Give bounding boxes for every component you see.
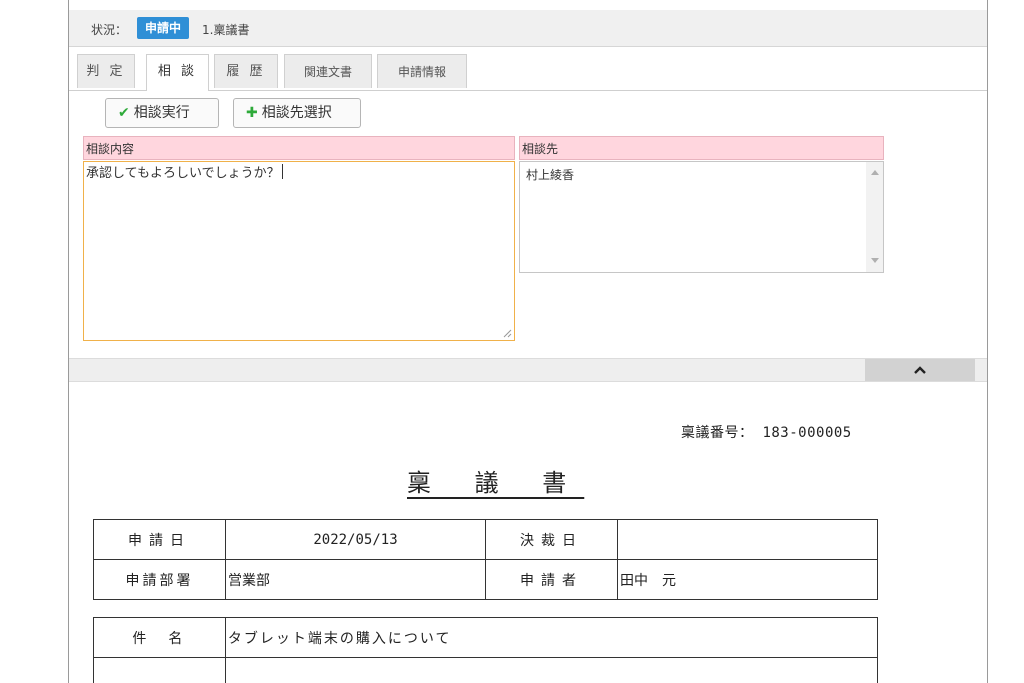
table-row: 件 名 タブレット端末の購入について: [93, 617, 879, 658]
app-frame: 状況： 申請中 1.稟議書 判 定 相 談 履 歴 関連文書 申請情報 ✔ 相談実…: [68, 0, 988, 683]
application-date-value: 2022/05/13: [225, 519, 486, 560]
panel-divider: [69, 358, 987, 382]
tab-history[interactable]: 履 歴: [214, 54, 278, 88]
tab-application-info[interactable]: 申請情報: [377, 54, 467, 88]
text-caret: [281, 164, 283, 179]
tab-judgement[interactable]: 判 定: [77, 54, 135, 88]
list-scrollbar[interactable]: [866, 162, 883, 272]
department-value: 営業部: [225, 559, 486, 600]
select-consultee-label: 相談先選択: [261, 105, 332, 121]
tab-related-documents[interactable]: 関連文書: [284, 54, 372, 88]
document-number-label: 稟議番号：: [681, 425, 754, 441]
consult-execute-label: 相談実行: [133, 105, 190, 121]
subject-label: 件 名: [93, 617, 226, 658]
scroll-down-icon[interactable]: [871, 258, 879, 263]
status-badge: 申請中: [137, 17, 190, 39]
status-label: 状況：: [91, 23, 128, 37]
consult-content-text: 承認してもよろしいでしょうか？: [86, 166, 280, 181]
chevron-up-icon: [914, 366, 926, 374]
resize-grip-icon[interactable]: [503, 329, 512, 338]
application-date-label: 申請日: [93, 519, 226, 560]
document-info-table: 申請日 2022/05/13 決裁日 申請部署 営業部 申請者 田中 元: [93, 519, 878, 600]
table-cell: [224, 657, 879, 683]
table-row: [93, 657, 879, 683]
table-row: 申請部署 営業部 申請者 田中 元: [93, 559, 878, 600]
consult-target-header: 相談先: [519, 136, 884, 160]
tab-consult[interactable]: 相 談: [146, 54, 209, 91]
subject-value: タブレット端末の購入について: [224, 617, 879, 658]
scroll-up-icon[interactable]: [871, 170, 879, 175]
status-bar: 状況： 申請中 1.稟議書: [69, 10, 987, 47]
tab-bar: 判 定 相 談 履 歴 関連文書 申請情報: [69, 54, 987, 91]
approval-date-label: 決裁日: [485, 519, 618, 560]
document-number: 稟議番号： 183-000005: [681, 422, 852, 442]
check-icon: ✔: [118, 105, 130, 121]
document-title: 稟 議 書: [407, 469, 585, 497]
document-number-value: 183-000005: [762, 425, 852, 441]
consult-content-header: 相談内容: [83, 136, 515, 160]
consult-execute-button[interactable]: ✔ 相談実行: [105, 98, 219, 128]
document-name: 1.稟議書: [202, 23, 250, 37]
applicant-label: 申請者: [485, 559, 618, 600]
select-consultee-button[interactable]: ✚ 相談先選択: [233, 98, 361, 128]
consult-target-list[interactable]: 村上綾香: [519, 161, 884, 273]
document-subject-table: 件 名 タブレット端末の購入について: [93, 617, 879, 683]
table-row: 申請日 2022/05/13 決裁日: [93, 519, 878, 560]
list-item[interactable]: 村上綾香: [526, 166, 574, 183]
consult-content-textarea[interactable]: 承認してもよろしいでしょうか？: [83, 161, 515, 341]
plus-icon: ✚: [246, 105, 258, 121]
applicant-value: 田中 元: [617, 559, 878, 600]
approval-date-value: [617, 519, 878, 560]
department-label: 申請部署: [93, 559, 226, 600]
table-cell: [93, 657, 226, 683]
collapse-button[interactable]: [865, 359, 975, 381]
